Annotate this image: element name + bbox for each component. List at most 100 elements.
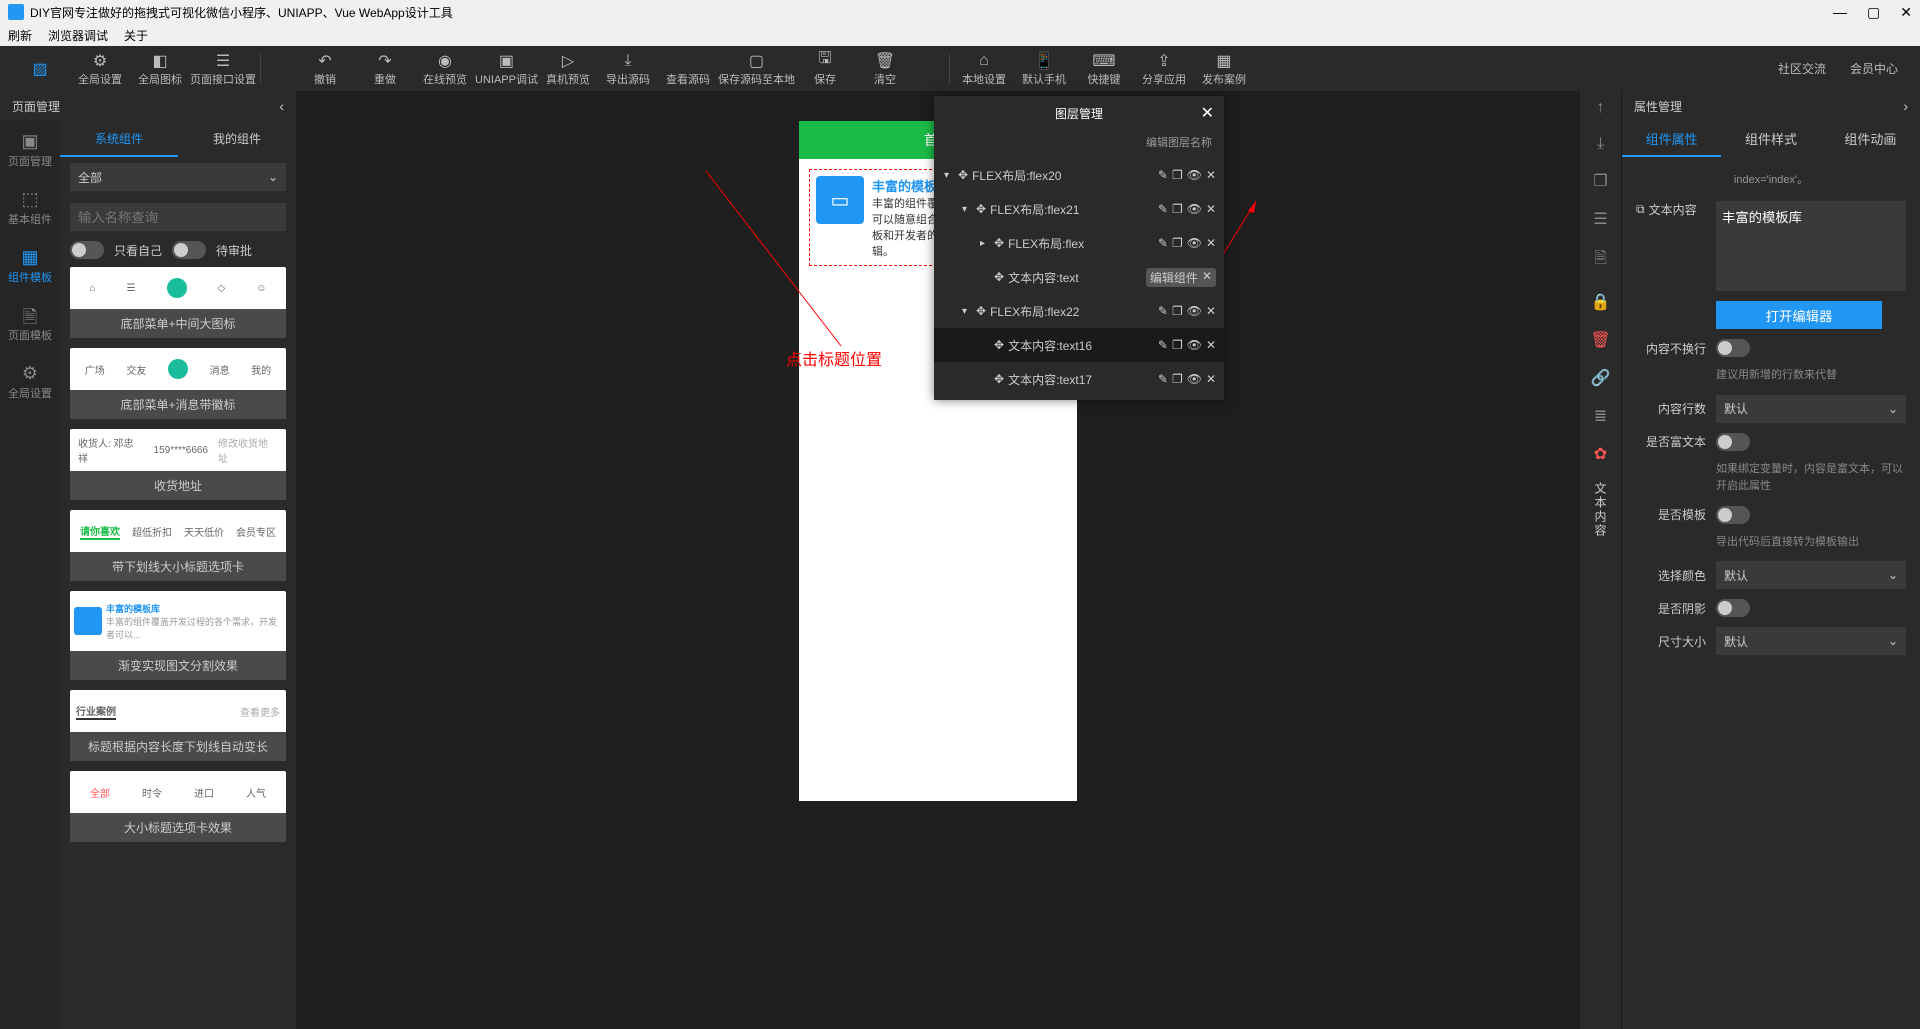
toolbar-button[interactable]: ▷真机预览 [538,48,598,90]
nav-item[interactable]: 🗎页面模板 [0,295,60,353]
edit-icon[interactable]: ✎ [1158,236,1168,250]
layer-item[interactable]: ▾✥FLEX布局:flex21✎❐👁✕ [934,192,1224,226]
toolbar-button[interactable]: ↷重做 [355,48,415,90]
close-icon[interactable]: ✕ [1206,236,1216,250]
toolbar-button[interactable]: ⌂本地设置 [954,48,1014,90]
toolbar-button[interactable]: ◉在线预览 [415,48,475,90]
menu-refresh[interactable]: 刷新 [8,27,32,44]
text-content-input[interactable] [1716,201,1906,291]
template-card[interactable]: 收货人: 邓忠祥159****6666修改收货地址 收货地址 [70,429,286,500]
menu-browser-debug[interactable]: 浏览器调试 [48,27,108,44]
close-icon[interactable]: ✕ [1206,168,1216,182]
move-icon[interactable]: ✥ [994,338,1004,352]
layer-item[interactable]: ✥文本内容:text编辑组件✕ [934,260,1224,294]
delete-icon[interactable]: 🗑 [1590,330,1610,350]
edit-icon[interactable]: ✎ [1158,304,1168,318]
toolbar-button[interactable]: ▢保存源码至本地 [718,48,795,90]
toggle-only-mine[interactable] [70,241,104,259]
close-icon[interactable]: ✕ [1202,269,1212,286]
lock-icon[interactable]: 🔒 [1591,292,1611,312]
tab[interactable]: 我的组件 [178,121,296,157]
toggle-pending[interactable] [172,241,206,259]
edit-icon[interactable]: ✎ [1158,372,1168,386]
right-tab[interactable]: 组件属性 [1622,121,1721,157]
toggle-nowrap[interactable] [1716,339,1750,357]
copy-icon[interactable]: ❐ [1172,372,1183,386]
toolbar-button[interactable]: 📱默认手机 [1014,48,1074,90]
template-list[interactable]: ⌂☰◇☺ 底部菜单+中间大图标 广场交友消息我的 底部菜单+消息带徽标 收货人:… [60,267,296,1029]
template-card[interactable]: 全部时令进口人气 大小标题选项卡效果 [70,771,286,842]
toolbar-button[interactable]: ☰页面接口设置 [190,48,256,90]
right-tab[interactable]: 组件动画 [1821,121,1920,157]
toolbar-button[interactable]: ↶撤销 [295,48,355,90]
edit-icon[interactable]: ✎ [1158,202,1168,216]
template-card[interactable]: ⌂☰◇☺ 底部菜单+中间大图标 [70,267,286,338]
close-icon[interactable]: ✕ [1206,338,1216,352]
eye-icon[interactable]: 👁 [1187,304,1202,318]
close-icon[interactable]: ✕ [1206,202,1216,216]
logo-button[interactable]: ▨ [10,48,70,90]
open-editor-button[interactable]: 打开编辑器 [1716,301,1882,329]
size-select[interactable]: 默认⌄ [1716,627,1906,655]
link-icon[interactable]: 🔗 [1591,368,1611,388]
toolbar-button[interactable]: 🗑清空 [855,48,915,90]
color-select[interactable]: 默认⌄ [1716,561,1906,589]
toggle-template[interactable] [1716,506,1750,524]
layer-item[interactable]: ✥文本内容:text16✎❐👁✕ [934,328,1224,362]
copy-icon[interactable]: ❐ [1593,171,1607,191]
lines-select[interactable]: 默认⌄ [1716,395,1906,423]
copy-icon[interactable]: ❐ [1172,202,1183,216]
move-icon[interactable]: ✥ [976,304,986,318]
layer-item[interactable]: ▸✥FLEX布局:flex✎❐👁✕ [934,226,1224,260]
tab[interactable]: 系统组件 [60,121,178,157]
copy-icon[interactable]: ❐ [1172,236,1183,250]
toolbar-button[interactable]: ◧全局图标 [130,48,190,90]
move-icon[interactable]: ✥ [994,270,1004,284]
bind-variable-icon[interactable]: ⧉ [1636,202,1645,217]
toolbar-button[interactable]: ⌨快捷键 [1074,48,1134,90]
edit-icon[interactable]: ✎ [1158,338,1168,352]
template-card[interactable]: 请你喜欢超低折扣天天低价会员专区 带下划线大小标题选项卡 [70,510,286,581]
right-tab[interactable]: 组件样式 [1721,121,1820,157]
toggle-richtext[interactable] [1716,433,1750,451]
template-search-input[interactable] [70,203,286,231]
edit-badge[interactable]: 编辑组件 [1150,269,1198,286]
layer-item[interactable]: ▾✥FLEX布局:flex20✎❐👁✕ [934,158,1224,192]
eye-icon[interactable]: 👁 [1187,372,1202,386]
move-icon[interactable]: ✥ [976,202,986,216]
nav-item[interactable]: ▣页面管理 [0,121,60,179]
layers-icon[interactable]: ≣ [1594,406,1607,426]
menu-about[interactable]: 关于 [124,27,148,44]
nav-item[interactable]: ⚙全局设置 [0,353,60,411]
toolbar-button[interactable]: 🖫保存 [795,48,855,90]
edit-icon[interactable]: ✎ [1158,168,1168,182]
move-icon[interactable]: ✥ [994,236,1004,250]
copy-icon[interactable]: ❐ [1172,168,1183,182]
arrow-up-icon[interactable]: ↑ [1597,99,1605,117]
eye-icon[interactable]: 👁 [1187,202,1202,216]
toolbar-button[interactable]: ⤓导出源码 [598,48,658,90]
layer-item[interactable]: ▾✥FLEX布局:flex22✎❐👁✕ [934,294,1224,328]
nav-item[interactable]: ▦组件模板 [0,237,60,295]
download-icon[interactable]: ⤓ [1597,135,1604,153]
gear-icon[interactable]: ✿ [1594,444,1607,464]
move-icon[interactable]: ✥ [994,372,1004,386]
nav-item[interactable]: ⬚基本组件 [0,179,60,237]
minimize-button[interactable]: — [1833,4,1847,21]
template-card[interactable]: 广场交友消息我的 底部菜单+消息带徽标 [70,348,286,419]
collapse-right-icon[interactable]: › [1903,98,1908,114]
toolbar-button[interactable]: 查看源码 [658,48,718,90]
template-card[interactable]: 行业案例查看更多 标题根据内容长度下划线自动变长 [70,690,286,761]
collapse-left-icon[interactable]: ‹ [279,98,284,114]
category-select[interactable]: 全部 ⌄ [70,163,286,191]
close-icon[interactable]: ✕ [1201,103,1214,123]
toolbar-button[interactable]: ⚙全局设置 [70,48,130,90]
copy-icon[interactable]: ❐ [1172,338,1183,352]
close-button[interactable]: ✕ [1900,4,1912,21]
move-icon[interactable]: ✥ [958,168,968,182]
template-card[interactable]: 丰富的模板库丰富的组件覆盖开发过程的各个需求，开发者可以... 渐变实现图文分割… [70,591,286,680]
copy-icon[interactable]: ❐ [1172,304,1183,318]
document-icon[interactable]: 🗎 [1594,247,1607,274]
toggle-shadow[interactable] [1716,599,1750,617]
eye-icon[interactable]: 👁 [1187,168,1202,182]
